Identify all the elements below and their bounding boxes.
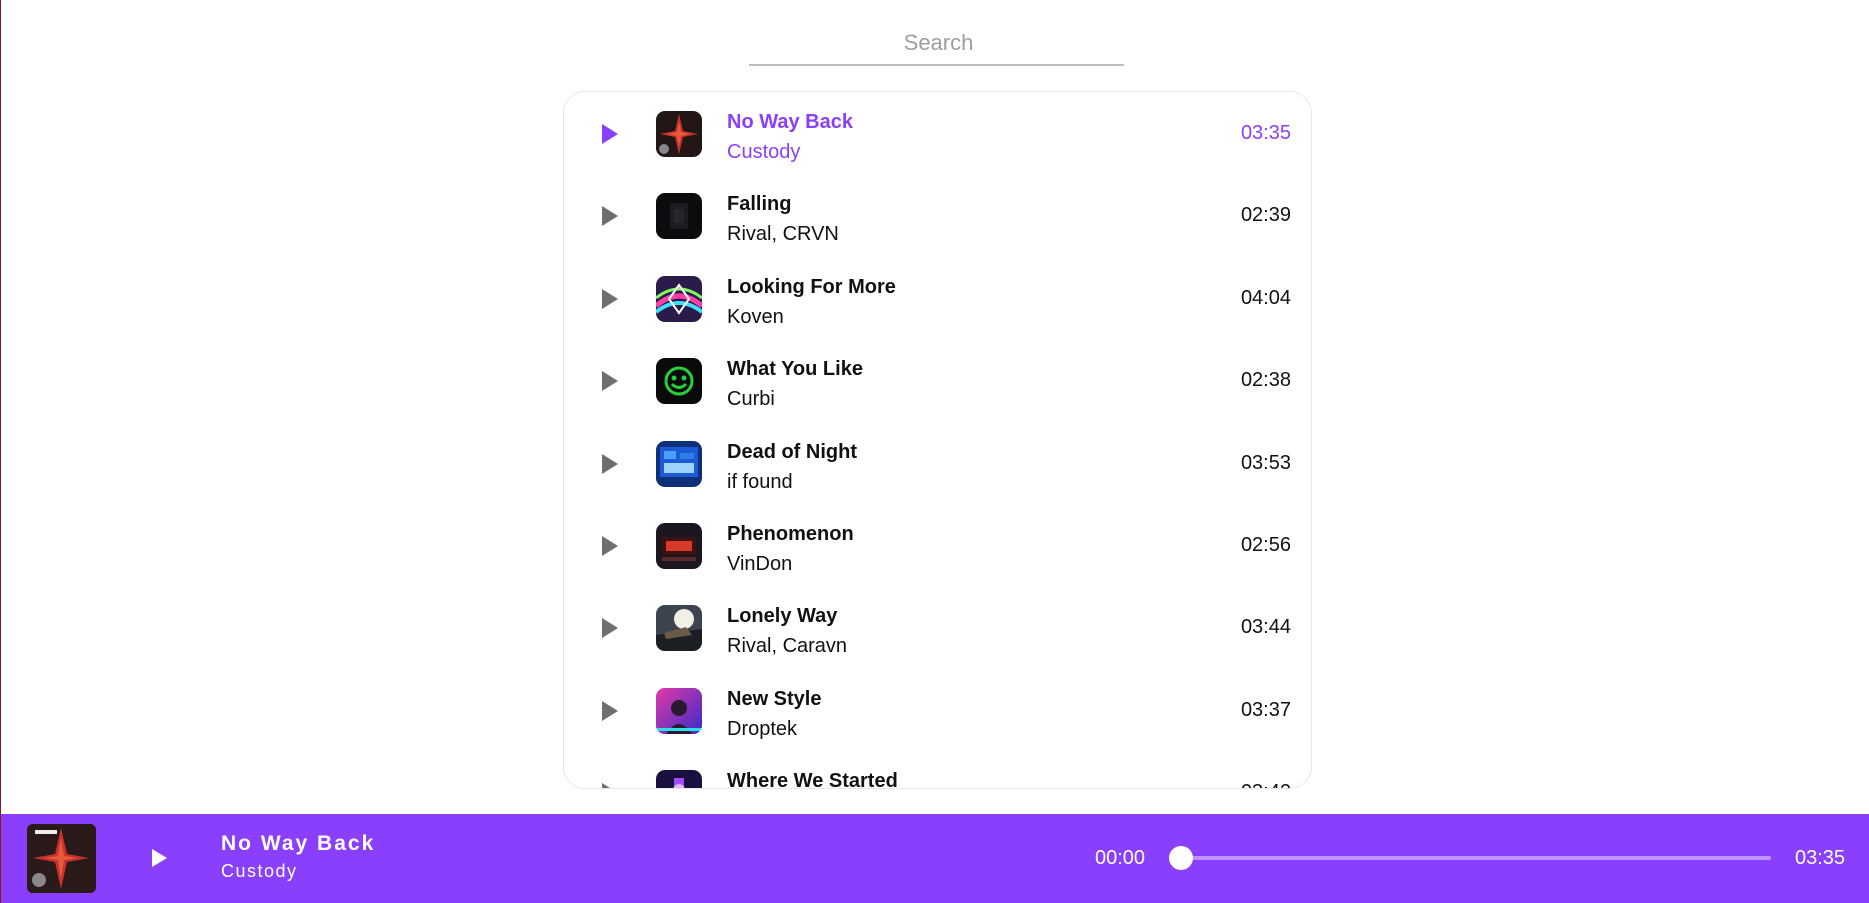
track-duration: 03:35 [1240,122,1291,144]
track-row[interactable]: Lonely Way Rival, Caravn 03:44 [564,587,1311,669]
track-title: Where We Started [727,770,898,789]
album-cover [656,523,702,569]
track-duration: 02:56 [1240,534,1291,556]
track-artist: VinDon [727,553,793,575]
track-artist: Rival, CRVN [727,223,839,246]
search-input[interactable] [749,22,1128,64]
play-icon[interactable] [602,453,618,474]
track-row[interactable]: Phenomenon VinDon 02:56 [564,505,1311,587]
album-cover [656,111,702,157]
play-icon[interactable] [602,124,618,144]
play-icon[interactable] [602,371,618,392]
play-icon[interactable] [602,783,618,788]
track-title: No Way Back [727,111,853,133]
album-cover [656,275,702,322]
play-icon[interactable] [602,206,618,227]
track-artist: Curbi [727,388,775,411]
track-artist: Koven [727,305,784,328]
play-icon[interactable] [602,700,618,721]
track-duration: 02:39 [1240,204,1291,227]
now-playing-cover [27,824,96,893]
album-cover [656,605,702,652]
track-duration: 03:44 [1240,616,1291,639]
track-row[interactable]: Where We Started 03:42 [564,752,1311,789]
track-row[interactable]: Dead of Night if found 03:53 [564,423,1311,505]
total-time: 03:35 [1795,847,1846,869]
track-row[interactable]: No Way Back Custody 03:35 [564,93,1311,175]
track-duration: 03:53 [1240,451,1291,474]
album-cover [656,440,702,487]
track-title: Dead of Night [727,440,857,463]
app-page: No Way Back Custody 03:35 Falling Rival, CRV… [0,0,1869,903]
player-track-title: No Way Back [221,832,376,855]
track-duration: 02:38 [1240,369,1291,392]
track-row[interactable]: What You Like Curbi 02:38 [564,340,1311,422]
track-title: Phenomenon [727,523,854,545]
play-icon[interactable] [602,288,618,309]
track-row[interactable]: Looking For More Koven 04:04 [564,258,1311,340]
play-icon[interactable] [602,618,618,639]
player-bar: No Way Back Custody 00:00 03:35 [1,814,1869,903]
track-list[interactable]: No Way Back Custody 03:35 Falling Rival, CRV… [563,91,1312,789]
track-duration: 03:42 [1241,781,1291,788]
track-duration: 04:04 [1240,286,1291,309]
track-title: New Style [727,687,822,710]
search-bar [749,22,1128,66]
track-title: Falling [727,193,792,216]
progress-thumb[interactable] [1169,846,1193,870]
play-icon[interactable] [602,536,618,556]
album-cover [656,193,702,240]
track-artist: Rival, Caravn [727,635,848,658]
track-title: Lonely Way [727,605,838,628]
album-cover [656,687,702,734]
track-duration: 03:37 [1240,698,1291,721]
track-artist: Custody [727,141,801,163]
current-time: 00:00 [1095,847,1146,869]
track-row[interactable]: Falling Rival, CRVN 02:39 [564,175,1311,257]
player-play-button[interactable] [152,849,167,867]
track-title: What You Like [727,358,863,381]
track-row[interactable]: New Style Droptek 03:37 [564,670,1311,752]
progress-slider[interactable] [1169,846,1771,870]
track-artist: if found [727,470,793,493]
track-title: Looking For More [727,275,896,298]
album-cover [656,770,702,788]
album-cover [656,358,702,405]
player-track-artist: Custody [221,861,298,881]
track-artist: Droptek [727,717,798,740]
